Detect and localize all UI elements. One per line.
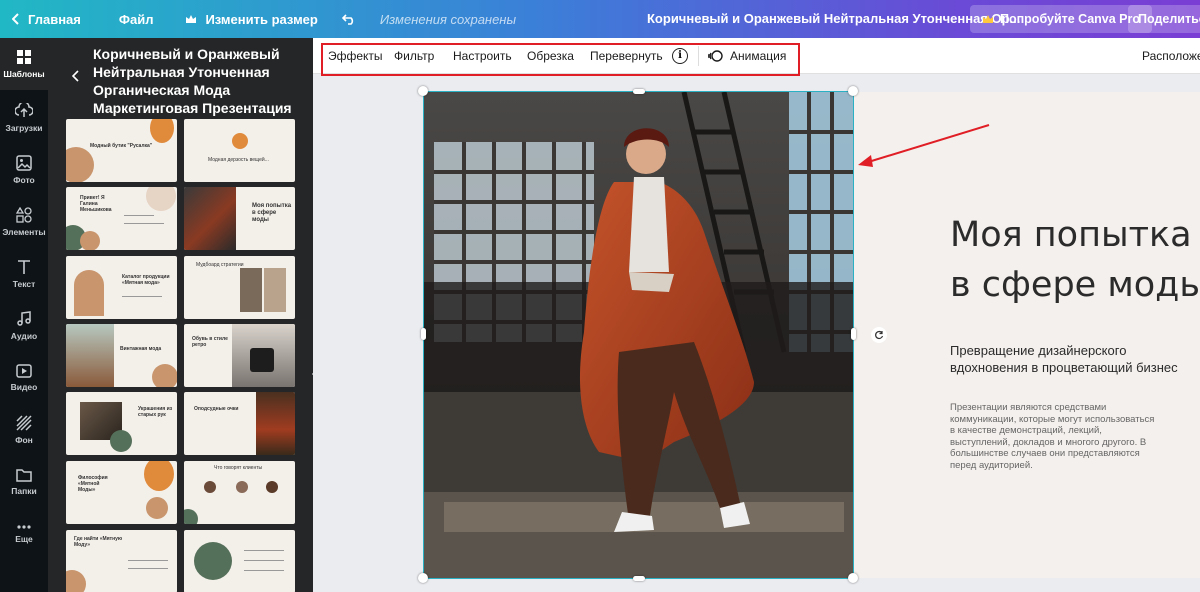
folder-icon [16, 469, 32, 482]
resize-handle-corner[interactable] [848, 86, 858, 96]
undo-icon [341, 14, 353, 25]
upload-icon [15, 103, 33, 117]
video-icon [16, 364, 32, 378]
templates-icon [17, 50, 31, 64]
template-thumbnail-text: Модная дерзость вещей... [208, 157, 269, 163]
resize-handle-edge[interactable] [633, 89, 645, 94]
slide-body-text[interactable]: Презентации являются средствами коммуник… [950, 402, 1160, 471]
position-button[interactable]: Расположение [1142, 38, 1200, 74]
sidebar-item-folders[interactable]: Папки [0, 456, 48, 508]
template-thumbnail[interactable]: Украшения из старых рук [66, 392, 177, 455]
document-title[interactable]: Коричневый и Оранжевый Нейтральная Утонч… [647, 0, 1020, 38]
image-selection-frame[interactable] [423, 91, 854, 579]
template-thumbnail-text: Обувь в стиле ретро [192, 336, 228, 348]
crown-icon [186, 15, 197, 23]
chevron-left-icon[interactable] [72, 70, 80, 82]
resize-button[interactable]: Изменить размер [163, 0, 327, 38]
annotation-arrow [858, 124, 990, 167]
sidebar-item-background[interactable]: Фон [0, 404, 48, 456]
sidebar-item-templates[interactable]: Шаблоны [0, 38, 48, 90]
template-title: Коричневый и Оранжевый Нейтральная Утонч… [93, 46, 292, 116]
template-thumbnail[interactable]: Привет! Я Галина Меньшикова [66, 187, 177, 250]
resize-handle-edge[interactable] [851, 328, 856, 340]
resize-handle-edge[interactable] [633, 576, 645, 581]
sidebar-label: Текст [12, 279, 36, 289]
home-button[interactable]: Главная [0, 0, 91, 38]
more-icon [17, 525, 31, 529]
share-button[interactable]: Поделиться [1128, 5, 1200, 33]
template-thumbnail-text: Привет! Я Галина Меньшикова [80, 195, 112, 213]
sidebar-item-video[interactable]: Видео [0, 352, 48, 404]
template-thumbnail-text: Моя попытка в сфере моды [252, 203, 292, 223]
rotate-handle[interactable] [871, 327, 887, 343]
template-thumbnail[interactable]: Моя попытка в сфере моды [184, 187, 295, 250]
photo-icon [16, 155, 32, 171]
sidebar-label: Фон [15, 435, 33, 445]
resize-handle-corner[interactable] [418, 573, 428, 583]
sidebar-label: Шаблоны [3, 69, 45, 79]
template-thumbnail-text: Что говорят клиенты [214, 465, 263, 471]
template-thumbnail[interactable]: Где найти «Мятную Моду» [66, 530, 177, 592]
slide-heading-line: в сфере моды [950, 265, 1200, 305]
resize-handle-edge[interactable] [421, 328, 426, 340]
try-pro-button[interactable]: Попробуйте Canva Pro [970, 5, 1153, 33]
template-thumbnail[interactable]: Оподсудные очки [184, 392, 295, 455]
sidebar-label: Элементы [2, 227, 46, 237]
slide-subheading[interactable]: Превращение дизайнерского вдохновения в … [950, 342, 1190, 376]
templates-panel: Коричневый и Оранжевый Нейтральная Утонч… [48, 38, 313, 592]
file-label: Файл [118, 11, 154, 27]
template-thumbnail-text: Где найти «Мятную Моду» [74, 536, 123, 548]
template-thumbnail[interactable]: Обувь в стиле ретро [184, 324, 295, 387]
toolbar-highlight-box [321, 43, 800, 76]
sidebar-label: Загрузки [5, 123, 43, 133]
template-thumbnail[interactable]: Модная дерзость вещей... [184, 119, 295, 182]
crown-icon [983, 15, 993, 23]
audio-icon [17, 311, 31, 326]
sidebar-item-uploads[interactable]: Загрузки [0, 92, 48, 144]
sidebar-label: Папки [11, 486, 37, 496]
save-status: Изменения сохранены [379, 11, 517, 27]
template-thumbnail[interactable]: Винтажная мода [66, 324, 177, 387]
template-thumbnail-text: Каталог продукции «Мятная мода» [122, 274, 170, 286]
sidebar-item-audio[interactable]: Аудио [0, 300, 48, 352]
template-thumbnail[interactable]: Каталог продукции «Мятная мода» [66, 256, 177, 319]
sidebar-label: Видео [10, 382, 38, 392]
slide-heading[interactable]: Моя попытка в сфере моды [950, 210, 1200, 310]
resize-label: Изменить размер [205, 11, 318, 27]
sidebar-rail: Шаблоны Загрузки Фото Элементы Текст Ауд… [0, 38, 48, 592]
text-icon [18, 260, 30, 274]
sidebar-item-elements[interactable]: Элементы [0, 196, 48, 248]
template-thumbnail[interactable]: Что говорят клиенты [184, 461, 295, 524]
template-thumbnail-text: Философия «Мятной Моды» [78, 475, 108, 493]
template-thumbnail-text: Модный бутик "Русалка" [90, 143, 153, 149]
chevron-left-icon [12, 13, 19, 25]
template-thumbnail-text: Украшения из старых рук [138, 406, 173, 418]
file-menu-button[interactable]: Файл [91, 0, 164, 38]
elements-icon [16, 207, 32, 223]
rotate-icon [875, 330, 884, 340]
sidebar-label: Фото [13, 175, 35, 185]
top-bar: Главная Файл Изменить размер Изменения с… [0, 0, 1200, 38]
resize-handle-corner[interactable] [418, 86, 428, 96]
sidebar-label: Аудио [10, 331, 38, 341]
resize-handle-corner[interactable] [848, 573, 858, 583]
sidebar-item-photos[interactable]: Фото [0, 144, 48, 196]
home-label: Главная [28, 11, 81, 27]
template-thumbnail[interactable]: Модный бутик "Русалка" [66, 119, 177, 182]
background-icon [16, 415, 32, 431]
try-pro-label: Попробуйте Canva Pro [1000, 12, 1141, 26]
template-thumbnail[interactable] [184, 530, 295, 592]
slide-heading-line: Моя попытка [950, 215, 1192, 255]
template-thumbnail-text: Винтажная мода [120, 346, 162, 352]
template-thumbnail-text: Оподсудные очки [194, 406, 239, 412]
sidebar-label: Еще [15, 534, 33, 544]
sidebar-item-more[interactable]: Еще [0, 508, 48, 560]
template-thumbnail[interactable]: Философия «Мятной Моды» [66, 461, 177, 524]
undo-button[interactable] [328, 0, 374, 38]
template-thumbnail[interactable]: Мудбоард стратегии [184, 256, 295, 319]
share-label: Поделиться [1138, 12, 1200, 26]
sidebar-item-text[interactable]: Текст [0, 248, 48, 300]
